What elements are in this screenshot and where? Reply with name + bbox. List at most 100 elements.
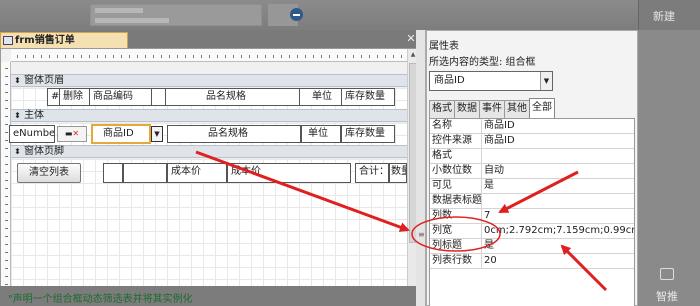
header-cell-number[interactable]: # <box>47 88 59 106</box>
number-textbox[interactable]: eNumber <box>9 125 55 143</box>
header-cell-stock[interactable]: 库存数量 <box>341 88 395 106</box>
product-id-combobox[interactable]: 商品ID <box>91 124 151 144</box>
ruler-tick <box>369 55 370 58</box>
header-labels: # 删除 商品编码 品名规格 单位 库存数量 <box>47 88 395 106</box>
ribbon-strip <box>0 0 700 30</box>
section-bar-detail[interactable]: ⬍ 主体 <box>11 109 407 122</box>
grip-icon[interactable]: ≡ <box>418 230 425 239</box>
header-cell-code[interactable]: 商品编码 <box>89 88 151 106</box>
assistant-icon[interactable] <box>660 268 674 280</box>
chevron-down-icon[interactable]: ▼ <box>151 126 163 142</box>
form-designer[interactable]: ⬍ 窗体页眉 # 删除 商品编码 品名规格 单位 库存数量 ⬍ 主体 eNumber… <box>0 48 418 305</box>
footer-box-1[interactable] <box>103 163 123 183</box>
object-selector[interactable]: 商品ID ▼ <box>429 71 553 91</box>
property-value[interactable]: 自动 <box>482 164 634 178</box>
ruler-tick <box>209 55 210 58</box>
right-side-panel: 智推 <box>638 30 700 306</box>
page-footer-area[interactable]: 清空列表 成本价 成本价 合计： 数量 <box>11 159 407 303</box>
detail-area[interactable]: eNumber ▬✕ 商品ID ▼ 品名规格 单位 库存数量 <box>9 123 407 145</box>
property-value[interactable] <box>482 149 634 163</box>
clear-list-button[interactable]: 清空列表 <box>17 163 81 183</box>
ruler-tick <box>337 55 338 58</box>
header-cell-spacer <box>151 88 165 106</box>
ruler-tick <box>5 164 8 165</box>
tab-all[interactable]: 全部 <box>529 98 555 118</box>
total-label[interactable]: 合计： <box>355 163 389 183</box>
tab-data[interactable]: 数据 <box>454 100 480 118</box>
section-label: 窗体页脚 <box>24 146 64 157</box>
property-row[interactable]: 格式 <box>430 149 634 164</box>
property-row[interactable]: 列宽0cm;2.792cm;7.159cm;0.99cm;1.6cm;0cm <box>430 224 634 239</box>
property-value[interactable]: 7 <box>482 209 634 223</box>
header-cell-spec[interactable]: 品名规格 <box>165 88 299 106</box>
section-bar-page-footer[interactable]: ⬍ 窗体页脚 <box>11 145 407 158</box>
total-count-box[interactable]: 数量 <box>389 163 407 183</box>
horizontal-ruler <box>11 49 407 62</box>
ribbon-new-button[interactable]: 新建 <box>638 0 700 30</box>
property-name: 格式 <box>430 149 482 163</box>
unit-textbox[interactable]: 单位 <box>301 125 341 143</box>
ruler-tick <box>25 55 26 58</box>
ruler-tick <box>145 55 146 58</box>
ruler-tick <box>169 55 170 58</box>
ruler-tick <box>201 55 202 58</box>
selection-type-label: 所选内容的类型: 组合框 <box>429 57 536 68</box>
property-row[interactable]: 列标题是 <box>430 239 634 254</box>
property-value[interactable]: 0cm;2.792cm;7.159cm;0.99cm;1.6cm;0cm <box>482 224 634 238</box>
ruler-tick <box>5 252 8 253</box>
property-row[interactable]: 列表行数 20 <box>430 254 634 269</box>
property-row[interactable]: 小数位数 自动 <box>430 164 634 179</box>
minus-circle-icon[interactable] <box>290 8 303 21</box>
header-cell-unit[interactable]: 单位 <box>299 88 341 106</box>
property-row[interactable]: 列数 7 <box>430 209 634 224</box>
property-value[interactable]: 商品ID <box>482 119 634 133</box>
stock-textbox[interactable]: 库存数量 <box>341 125 395 143</box>
ruler-tick <box>5 284 8 285</box>
property-row[interactable]: 名称 商品ID <box>430 119 634 134</box>
ruler-tick <box>5 188 8 189</box>
header-cell-delete[interactable]: 删除 <box>59 88 89 106</box>
property-value[interactable]: 是 <box>482 179 634 193</box>
section-selector-icon: ⬍ <box>14 146 21 156</box>
ribbon-group-ghost <box>90 4 262 26</box>
ruler-tick <box>5 100 8 101</box>
property-value[interactable]: 商品ID <box>482 134 634 148</box>
ruler-tick <box>5 196 8 197</box>
property-name: 小数位数 <box>430 164 482 178</box>
cost-price-label-1[interactable]: 成本价 <box>167 163 227 183</box>
cost-price-label-2[interactable]: 成本价 <box>227 163 351 183</box>
property-value[interactable] <box>482 194 634 208</box>
ruler-tick <box>65 55 66 58</box>
spec-textbox[interactable]: 品名规格 <box>167 125 301 143</box>
section-bar-page-header[interactable]: ⬍ 窗体页眉 <box>11 74 407 87</box>
delete-x-icon: ✕ <box>72 129 80 138</box>
property-name: 列宽 <box>430 224 482 238</box>
tab-format[interactable]: 格式 <box>429 100 455 118</box>
ruler-tick <box>5 148 8 149</box>
footer-box-2[interactable] <box>123 163 167 183</box>
tab-event[interactable]: 事件 <box>479 100 505 118</box>
property-value[interactable]: 20 <box>482 254 634 268</box>
form-icon <box>3 36 13 45</box>
property-row[interactable]: 控件来源 商品ID <box>430 134 634 149</box>
property-tabs: 格式 数据 事件 其他 全部 <box>429 98 555 118</box>
ruler-tick <box>297 55 298 58</box>
ruler-tick <box>49 55 50 58</box>
property-grid: 名称 商品ID 控件来源 商品ID 格式 小数位数 自动 可见是 数据表标题 列数 7 … <box>429 118 635 306</box>
property-sheet-splitter[interactable]: ≡ <box>416 30 426 306</box>
ruler-tick <box>329 55 330 58</box>
page-header-area[interactable]: # 删除 商品编码 品名规格 单位 库存数量 <box>11 88 407 109</box>
section-selector-icon: ⬍ <box>14 75 21 85</box>
property-name: 列表行数 <box>430 254 482 268</box>
property-row[interactable]: 数据表标题 <box>430 194 634 209</box>
ruler-tick <box>121 55 122 58</box>
property-row[interactable]: 可见是 <box>430 179 634 194</box>
assistant-label[interactable]: 智推 <box>656 288 678 304</box>
chevron-down-icon[interactable]: ▼ <box>540 72 552 90</box>
ruler-tick <box>5 276 8 277</box>
tab-form-design[interactable]: frm销售订单_Edit_Detail <box>0 32 128 61</box>
delete-row-button[interactable]: ▬✕ <box>57 126 87 142</box>
ruler-tick <box>161 55 162 58</box>
property-value[interactable]: 是 <box>482 239 634 253</box>
tab-other[interactable]: 其他 <box>504 100 530 118</box>
